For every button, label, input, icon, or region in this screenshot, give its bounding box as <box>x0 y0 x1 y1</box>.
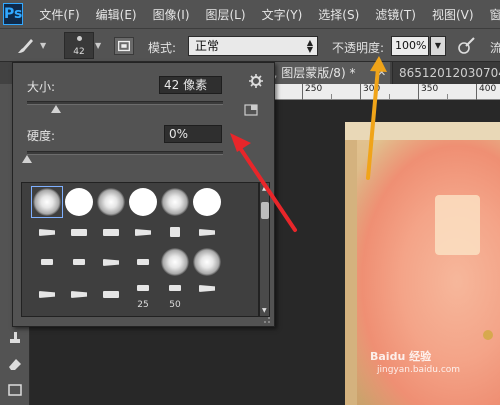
brush-preset-picker-button[interactable]: 42 <box>64 32 94 59</box>
blend-mode-select[interactable]: 正常 ▲ ▼ <box>188 36 318 56</box>
mode-label: 模式: <box>148 41 177 55</box>
gear-icon[interactable] <box>248 73 264 89</box>
ruler-label: 350 <box>421 84 439 94</box>
watermark-url: jingyan.baidu.com <box>377 365 461 375</box>
eraser-tool-icon[interactable] <box>6 356 24 372</box>
brush-preset-tip[interactable] <box>64 217 94 247</box>
brush-preset-tip-25[interactable]: 25 <box>128 279 158 310</box>
gradient-tool-icon[interactable] <box>6 382 24 398</box>
brush-preset-tip[interactable] <box>32 279 62 309</box>
brush-preset-grid: 25 50 <box>21 182 259 317</box>
brush-preset-tip[interactable] <box>96 279 126 309</box>
brush-preset-hard-round[interactable] <box>192 187 222 217</box>
blend-mode-value: 正常 <box>195 39 220 53</box>
menu-file[interactable]: 文件(F) <box>31 6 87 23</box>
select-arrows-icon: ▲ ▼ <box>306 38 313 54</box>
opacity-input[interactable]: 100% <box>391 36 429 56</box>
size-slider-thumb[interactable] <box>51 105 62 113</box>
horizontal-ruler: 250 300 350 400 <box>275 84 500 100</box>
pressure-opacity-icon[interactable] <box>456 36 478 56</box>
decoration-dot <box>483 330 493 340</box>
menu-layer[interactable]: 图层(L) <box>198 6 254 23</box>
brush-preset-tip[interactable] <box>128 247 158 277</box>
hardness-slider-track[interactable] <box>27 151 223 155</box>
brush-preset-soft-round[interactable] <box>96 187 126 217</box>
brush-preset-soft-round[interactable] <box>31 186 63 218</box>
brush-size-label: 50 <box>169 300 181 310</box>
brush-tool-icon[interactable] <box>14 36 36 56</box>
canvas-area[interactable]: Baidu 经验 jingyan.baidu.com <box>275 100 500 405</box>
photoshop-logo: Ps <box>3 3 24 25</box>
brush-preset-hard-round[interactable] <box>64 187 94 217</box>
tool-preset-chevron-icon[interactable]: ▼ <box>40 41 46 50</box>
menu-view[interactable]: 视图(V) <box>424 6 482 23</box>
size-label: 大小: <box>27 80 56 94</box>
brush-picker-chevron-icon[interactable]: ▼ <box>95 41 101 50</box>
brush-preset-tip[interactable] <box>192 217 222 247</box>
brush-preset-tip-50[interactable]: 50 <box>160 279 190 310</box>
brush-preset-tip[interactable] <box>96 247 126 277</box>
resize-grip-icon[interactable] <box>263 316 271 324</box>
brush-size-label: 25 <box>137 300 149 310</box>
paper-torn-edge <box>345 122 500 140</box>
hardness-label: 硬度: <box>27 129 56 143</box>
brush-panel-toggle-icon[interactable] <box>114 37 134 55</box>
menu-select[interactable]: 选择(S) <box>310 6 367 23</box>
scroll-down-icon[interactable]: ▼ <box>262 307 267 314</box>
brush-preset-tip[interactable] <box>96 217 126 247</box>
brush-preset-soft-round[interactable] <box>192 247 222 277</box>
ruler-label: 300 <box>363 84 381 94</box>
menu-type[interactable]: 文字(Y) <box>254 6 311 23</box>
hardness-input[interactable]: 0% <box>164 125 222 143</box>
options-bar: ▼ 42 ▼ 模式: 正常 ▲ ▼ 不透明度: 100% ▼ 流 <box>0 28 500 62</box>
brush-tip-icon <box>77 36 82 41</box>
preset-scrollbar[interactable]: ▲ ▼ <box>259 182 270 317</box>
close-icon[interactable]: ✕ <box>377 66 386 79</box>
brush-preset-tip[interactable] <box>128 217 158 247</box>
menu-image[interactable]: 图像(I) <box>145 6 198 23</box>
brush-size-readout: 42 <box>73 47 85 57</box>
menu-window[interactable]: 窗 <box>482 6 500 23</box>
brush-preset-tip[interactable] <box>32 247 62 277</box>
brush-preset-soft-round[interactable] <box>160 247 190 277</box>
brush-preset-tip[interactable] <box>32 217 62 247</box>
scroll-thumb[interactable] <box>261 202 269 219</box>
brush-preset-soft-round[interactable] <box>160 187 190 217</box>
tab-second-document[interactable]: 865120120307045 <box>392 62 500 84</box>
brush-preset-picker: 大小: 42 像素 硬度: 0% 25 50 ▲ ▼ <box>12 62 275 327</box>
brush-preset-hard-round[interactable] <box>128 187 158 217</box>
ruler-label: 250 <box>305 84 323 94</box>
menubar: Ps 文件(F) 编辑(E) 图像(I) 图层(L) 文字(Y) 选择(S) 滤… <box>0 0 500 28</box>
clone-stamp-tool-icon[interactable] <box>6 330 24 346</box>
new-preset-icon[interactable] <box>244 104 258 116</box>
opacity-label: 不透明度: <box>332 41 385 55</box>
scroll-up-icon[interactable]: ▲ <box>262 185 267 192</box>
brush-preset-tip[interactable] <box>160 217 190 247</box>
hardness-slider-thumb[interactable] <box>22 155 32 163</box>
opacity-dropdown-button[interactable]: ▼ <box>430 36 446 56</box>
brush-preset-tip[interactable] <box>64 279 94 309</box>
flow-label: 流 <box>490 41 500 55</box>
watermark-text: Baidu 经验 <box>370 350 432 363</box>
menu-edit[interactable]: 编辑(E) <box>88 6 145 23</box>
size-input[interactable]: 42 像素 <box>159 76 222 94</box>
paper-edge <box>345 122 357 405</box>
menu-filter[interactable]: 滤镜(T) <box>367 6 424 23</box>
tab-active-document[interactable]: 1, 图层蒙版/8) * <box>260 62 390 84</box>
brush-preset-tip[interactable] <box>64 247 94 277</box>
brush-preset-tip[interactable] <box>192 279 222 309</box>
light-patch <box>435 195 480 255</box>
ruler-label: 400 <box>479 84 497 94</box>
